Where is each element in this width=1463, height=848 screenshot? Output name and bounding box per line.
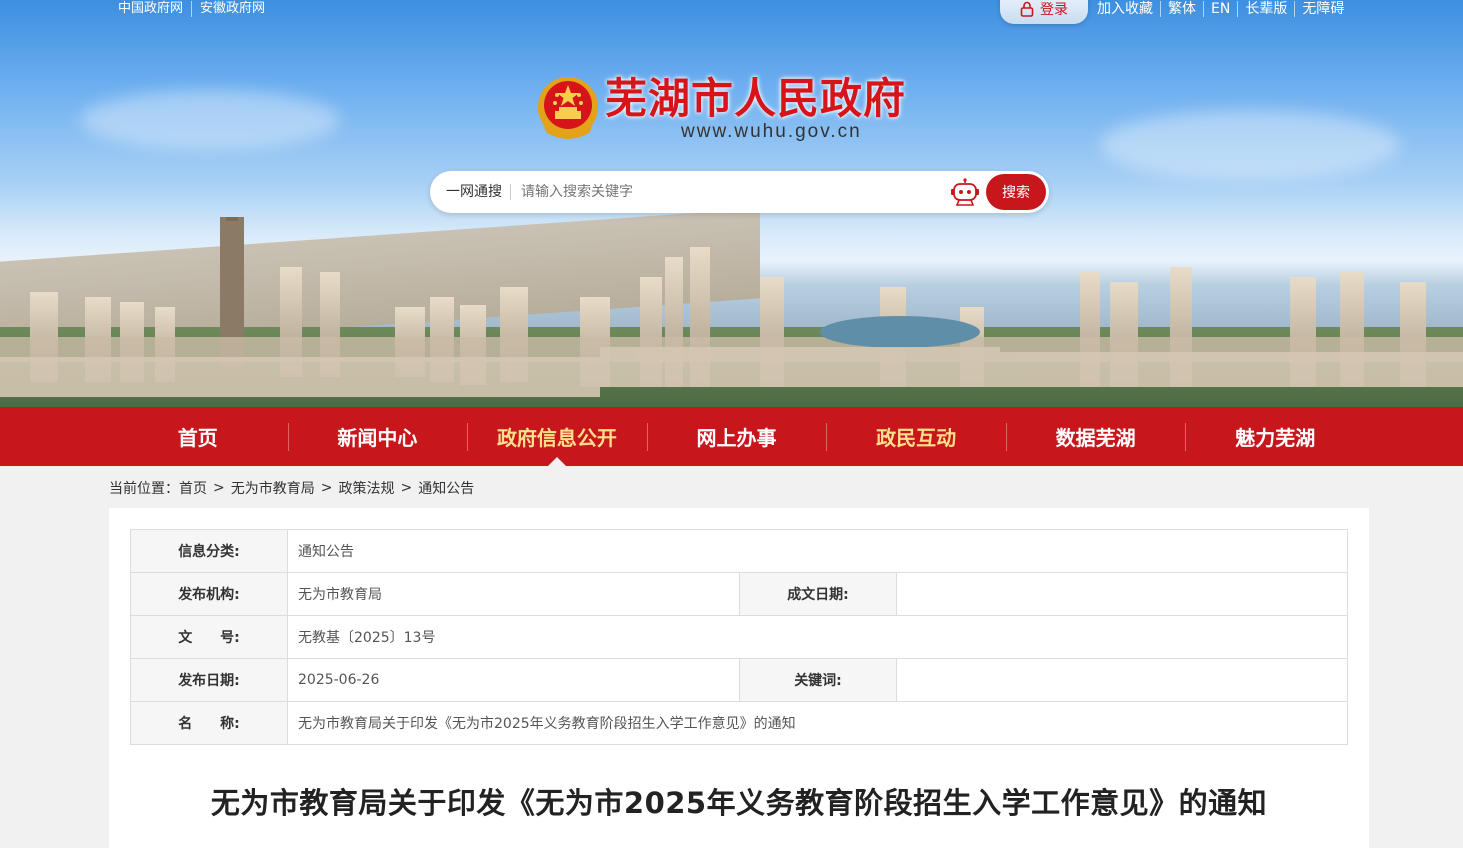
- table-row: 发布日期: 2025-06-26 关键词:: [130, 658, 1348, 702]
- site-title: 芜湖市人民政府: [605, 74, 907, 123]
- nav-item-data[interactable]: 数据芜湖: [1005, 407, 1186, 466]
- breadcrumb-separator: >: [213, 480, 225, 496]
- search-bar: 一网通搜 搜索: [430, 171, 1049, 213]
- breadcrumb-item[interactable]: 首页: [179, 478, 207, 498]
- login-button[interactable]: 登录: [1000, 0, 1088, 24]
- table-row: 名 称: 无为市教育局关于印发《无为市2025年义务教育阶段招生入学工作意见》的…: [130, 701, 1348, 745]
- active-indicator: [547, 457, 566, 466]
- top-links-right: 加入收藏 繁体 EN 长辈版 无障碍: [1097, 1, 1351, 17]
- table-row: 信息分类: 通知公告: [130, 529, 1348, 573]
- breadcrumb-item[interactable]: 政策法规: [338, 478, 394, 498]
- nav-item-charm[interactable]: 魅力芜湖: [1185, 407, 1365, 466]
- document-meta-table: 信息分类: 通知公告 发布机构: 无为市教育局 成文日期: 文 号: 无教基〔2…: [130, 529, 1348, 745]
- publisher-label: 发布机构:: [130, 572, 288, 616]
- table-row: 发布机构: 无为市教育局 成文日期:: [130, 572, 1348, 616]
- search-scope-label[interactable]: 一网通搜: [430, 184, 511, 200]
- doc-no-value: 无教基〔2025〕13号: [287, 615, 1348, 659]
- doc-no-label: 文 号:: [130, 615, 288, 659]
- written-date-label: 成文日期:: [739, 572, 897, 616]
- breadcrumb-item[interactable]: 通知公告: [418, 478, 474, 498]
- nav-item-gov-info[interactable]: 政府信息公开: [467, 407, 647, 466]
- site-logo[interactable]: 芜湖市人民政府 www.wuhu.gov.cn: [535, 73, 906, 143]
- cloud-decoration: [80, 90, 340, 150]
- article-title: 无为市教育局关于印发《无为市2025年义务教育阶段招生入学工作意见》的通知: [210, 786, 1268, 820]
- keywords-label: 关键词:: [739, 658, 897, 702]
- name-value: 无为市教育局关于印发《无为市2025年义务教育阶段招生入学工作意见》的通知: [287, 701, 1348, 745]
- top-links-left: 中国政府网 安徽政府网: [118, 1, 273, 17]
- keywords-value: [896, 658, 1348, 702]
- category-value: 通知公告: [287, 529, 1348, 573]
- publisher-value: 无为市教育局: [287, 572, 740, 616]
- link-elder-version[interactable]: 长辈版: [1238, 1, 1296, 17]
- breadcrumb-prefix: 当前位置：: [109, 481, 179, 497]
- nav-item-interaction[interactable]: 政民互动: [826, 407, 1006, 466]
- search-button[interactable]: 搜索: [986, 174, 1046, 210]
- breadcrumb-item[interactable]: 无为市教育局: [231, 478, 315, 498]
- publish-date-value: 2025-06-26: [287, 658, 740, 702]
- link-english[interactable]: EN: [1204, 1, 1239, 17]
- national-emblem-icon: [538, 77, 598, 139]
- ai-assistant-icon[interactable]: [950, 178, 980, 206]
- written-date-value: [896, 572, 1348, 616]
- nav-item-online-service[interactable]: 网上办事: [646, 407, 827, 466]
- nav-item-news[interactable]: 新闻中心: [287, 407, 468, 466]
- link-add-favorite[interactable]: 加入收藏: [1097, 1, 1161, 17]
- header-banner: 中国政府网 安徽政府网 登录 加入收藏 繁体 EN 长辈版 无障碍 芜湖市人民政…: [0, 0, 1463, 407]
- category-label: 信息分类:: [130, 529, 288, 573]
- nav-item-home[interactable]: 首页: [108, 407, 288, 466]
- table-row: 文 号: 无教基〔2025〕13号: [130, 615, 1348, 659]
- lock-icon: [1020, 1, 1034, 17]
- nav-item-label: 政府信息公开: [496, 426, 617, 450]
- breadcrumb: 当前位置： 首页 > 无为市教育局 > 政策法规 > 通知公告: [109, 478, 474, 498]
- search-input[interactable]: [511, 177, 931, 207]
- publish-date-label: 发布日期:: [130, 658, 288, 702]
- link-china-gov[interactable]: 中国政府网: [118, 1, 193, 17]
- cloud-decoration: [1100, 110, 1400, 180]
- login-label: 登录: [1040, 2, 1068, 18]
- breadcrumb-separator: >: [320, 480, 333, 496]
- link-traditional[interactable]: 繁体: [1161, 1, 1204, 17]
- main-nav: 首页 新闻中心 政府信息公开 网上办事 政民互动 数据芜湖 魅力芜湖: [0, 407, 1463, 466]
- breadcrumb-separator: >: [400, 480, 413, 496]
- link-accessibility[interactable]: 无障碍: [1295, 1, 1351, 17]
- name-label: 名 称:: [130, 701, 288, 745]
- city-skyline-image: [0, 217, 1463, 407]
- link-anhui-gov[interactable]: 安徽政府网: [192, 1, 273, 17]
- content-panel: 信息分类: 通知公告 发布机构: 无为市教育局 成文日期: 文 号: 无教基〔2…: [109, 508, 1369, 848]
